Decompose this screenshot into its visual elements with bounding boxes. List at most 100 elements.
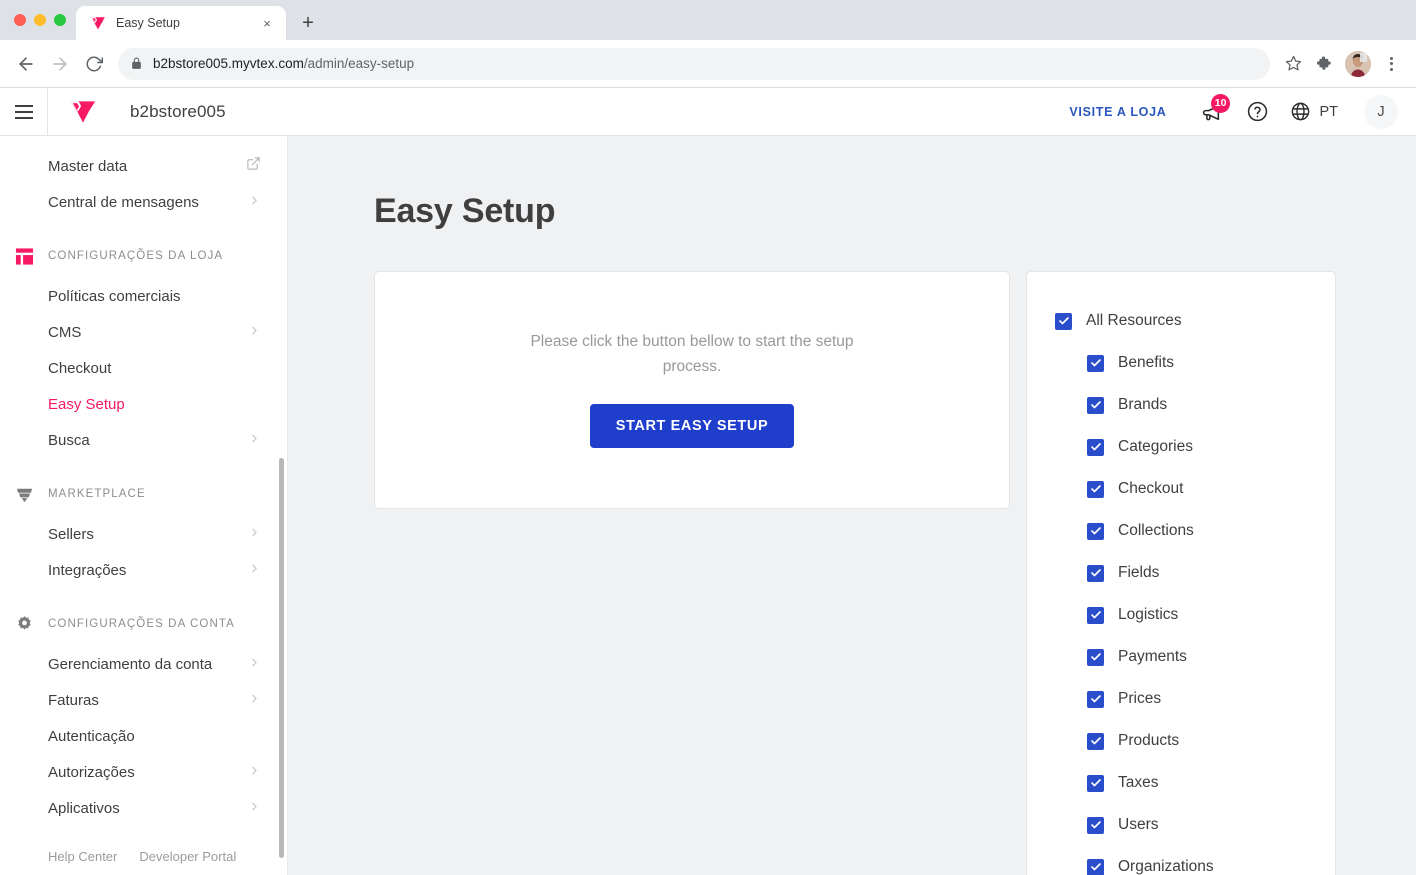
close-window-button[interactable] (14, 14, 26, 26)
checkbox-row-products[interactable]: Products (1055, 720, 1315, 762)
checkbox-checked-icon[interactable] (1087, 816, 1104, 834)
checkbox-label: Organizations (1118, 858, 1214, 875)
sidebar-item-label: Integrações (48, 561, 127, 579)
checkbox-checked-icon[interactable] (1087, 522, 1104, 540)
language-selector[interactable]: PT (1280, 101, 1352, 122)
checkbox-row-checkout[interactable]: Checkout (1055, 468, 1315, 510)
checkbox-checked-icon[interactable] (1087, 774, 1104, 792)
star-icon[interactable] (1278, 49, 1308, 79)
sidebar-item-label: Checkout (48, 359, 112, 377)
browser-toolbar: b2bstore005.myvtex.com/admin/easy-setup (0, 40, 1416, 88)
url-text: b2bstore005.myvtex.com/admin/easy-setup (153, 56, 414, 71)
sidebar-item-master-data[interactable]: Master data (0, 148, 287, 184)
checkbox-row-collections[interactable]: Collections (1055, 510, 1315, 552)
browser-tab[interactable]: Easy Setup × (76, 6, 286, 40)
checkbox-checked-icon[interactable] (1087, 480, 1104, 498)
window-traffic-lights (10, 0, 76, 40)
sidebar: Master data Central de mensagens CONFIGU… (0, 136, 288, 875)
developer-portal-link[interactable]: Developer Portal (139, 849, 236, 864)
checkbox-checked-icon[interactable] (1087, 858, 1104, 875)
chevron-right-icon (248, 800, 261, 816)
brand-area[interactable]: b2bstore005 (48, 100, 226, 124)
checkbox-checked-icon[interactable] (1087, 690, 1104, 708)
checkbox-checked-icon[interactable] (1087, 438, 1104, 456)
sidebar-scrollbar[interactable] (279, 136, 286, 875)
checkbox-checked-icon[interactable] (1055, 312, 1072, 330)
visit-store-link[interactable]: VISITE A LOJA (1047, 105, 1188, 119)
start-easy-setup-button[interactable]: START EASY SETUP (589, 403, 795, 448)
sidebar-scrollbar-thumb[interactable] (279, 458, 284, 858)
kebab-menu-icon[interactable] (1376, 49, 1406, 79)
sidebar-item-faturas[interactable]: Faturas (0, 682, 287, 718)
announcements-badge: 10 (1210, 93, 1231, 113)
checkbox-checked-icon[interactable] (1087, 564, 1104, 582)
chevron-right-icon (248, 324, 261, 340)
store-name: b2bstore005 (130, 101, 226, 121)
sidebar-item-label: Gerenciamento da conta (48, 655, 213, 673)
sidebar-item-label: CMS (48, 323, 82, 341)
checkbox-checked-icon[interactable] (1087, 606, 1104, 624)
sidebar-item-aplicativos[interactable]: Aplicativos (0, 790, 287, 826)
chevron-right-icon (248, 432, 261, 448)
minimize-window-button[interactable] (34, 14, 46, 26)
sidebar-item-label: Autorizações (48, 763, 135, 781)
checkbox-checked-icon[interactable] (1087, 354, 1104, 372)
globe-icon (1290, 101, 1311, 122)
chevron-right-icon (248, 764, 261, 780)
checkbox-row-prices[interactable]: Prices (1055, 678, 1315, 720)
sidebar-item-integracoes[interactable]: Integrações (0, 552, 287, 588)
checkbox-row-organizations[interactable]: Organizations (1055, 846, 1315, 875)
checkbox-row-benefits[interactable]: Benefits (1055, 342, 1315, 384)
sidebar-item-sellers[interactable]: Sellers (0, 516, 287, 552)
checkbox-checked-icon[interactable] (1087, 396, 1104, 414)
checkbox-checked-icon[interactable] (1087, 648, 1104, 666)
sidebar-item-cms[interactable]: CMS (0, 314, 287, 350)
announcements-button[interactable]: 10 (1188, 88, 1234, 136)
url-host: b2bstore005.myvtex.com (153, 56, 304, 71)
app-header: b2bstore005 VISITE A LOJA 10 PT J (0, 88, 1416, 136)
chevron-right-icon (248, 692, 261, 708)
close-icon[interactable]: × (258, 14, 276, 32)
hamburger-icon[interactable] (0, 88, 48, 135)
sidebar-item-easy-setup[interactable]: Easy Setup (0, 386, 287, 422)
address-bar[interactable]: b2bstore005.myvtex.com/admin/easy-setup (118, 47, 1270, 80)
new-tab-button[interactable]: + (294, 9, 322, 37)
user-avatar[interactable]: J (1364, 94, 1398, 129)
browser-chrome: Easy Setup × + b2bstore005.myvtex.com/ad… (0, 0, 1416, 88)
sidebar-item-politicas-comerciais[interactable]: Políticas comerciais (0, 278, 287, 314)
maximize-window-button[interactable] (54, 14, 66, 26)
sidebar-item-checkout[interactable]: Checkout (0, 350, 287, 386)
vtex-logo-icon (90, 15, 106, 31)
url-path: /admin/easy-setup (303, 56, 415, 71)
checkbox-label: Products (1118, 732, 1180, 749)
sidebar-item-autorizacoes[interactable]: Autorizações (0, 754, 287, 790)
help-button[interactable] (1234, 88, 1280, 136)
reload-icon[interactable] (78, 48, 110, 80)
checkbox-row-logistics[interactable]: Logistics (1055, 594, 1315, 636)
arrow-left-icon[interactable] (10, 48, 42, 80)
checkbox-row-payments[interactable]: Payments (1055, 636, 1315, 678)
puzzle-icon[interactable] (1310, 49, 1340, 79)
checkbox-row-taxes[interactable]: Taxes (1055, 762, 1315, 804)
checkbox-row-users[interactable]: Users (1055, 804, 1315, 846)
main-content: Easy Setup Please click the button bello… (288, 136, 1416, 875)
checkbox-checked-icon[interactable] (1087, 732, 1104, 750)
checkbox-row-brands[interactable]: Brands (1055, 384, 1315, 426)
sidebar-item-label: Aplicativos (48, 799, 120, 817)
arrow-right-icon (44, 48, 76, 80)
sidebar-item-label: Autenticação (48, 727, 135, 745)
gear-icon (14, 614, 34, 634)
language-label: PT (1319, 103, 1338, 120)
checkbox-row-all-resources[interactable]: All Resources (1055, 300, 1315, 342)
checkbox-row-categories[interactable]: Categories (1055, 426, 1315, 468)
sidebar-section-account-settings: CONFIGURAÇÕES DA CONTA (0, 602, 287, 646)
avatar[interactable] (1345, 50, 1371, 77)
sidebar-item-central-de-mensagens[interactable]: Central de mensagens (0, 184, 287, 220)
sidebar-item-gerenciamento-da-conta[interactable]: Gerenciamento da conta (0, 646, 287, 682)
sidebar-item-busca[interactable]: Busca (0, 422, 287, 458)
sidebar-item-autenticacao[interactable]: Autenticação (0, 718, 287, 754)
checkbox-row-fields[interactable]: Fields (1055, 552, 1315, 594)
sidebar-section-title: MARKETPLACE (48, 488, 146, 500)
help-center-link[interactable]: Help Center (48, 849, 117, 864)
checkbox-label: Collections (1118, 522, 1194, 539)
